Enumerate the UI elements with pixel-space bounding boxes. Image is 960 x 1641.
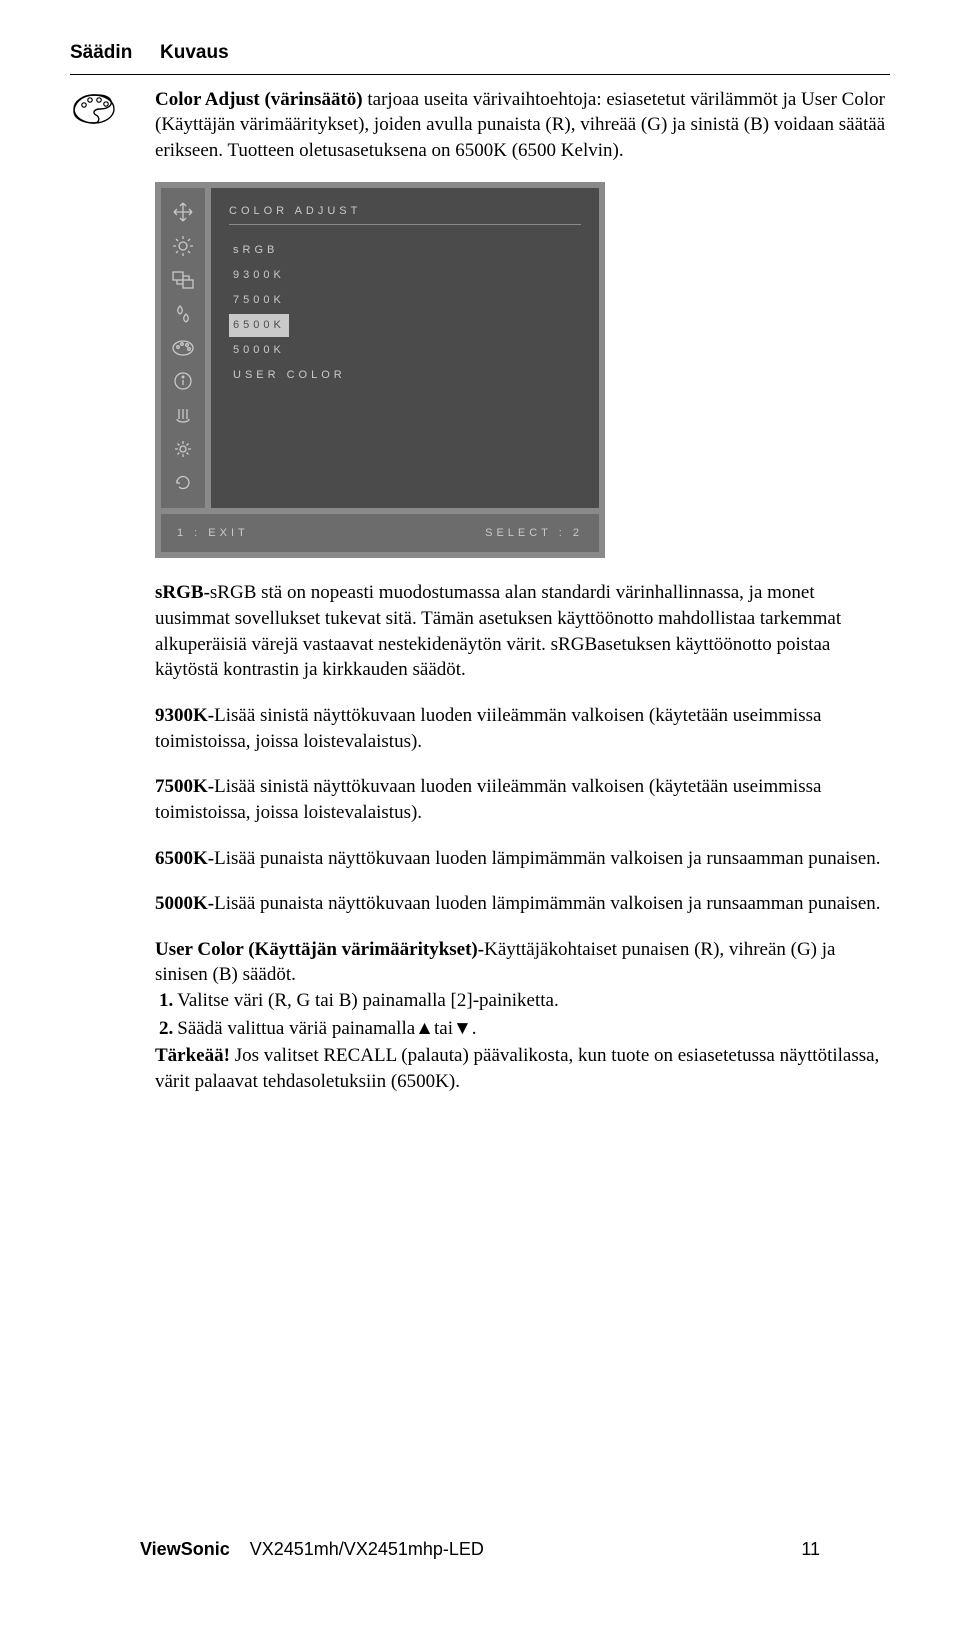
important-note: Tärkeää! Jos valitset RECALL (palauta) p… [155,1043,890,1094]
osd-tune-icon [170,301,196,327]
osd-exit-label: 1 : EXIT [177,526,249,541]
k5000-paragraph: 5000K-Lisää punaista näyttökuvaan luoden… [155,891,890,917]
osd-info-icon [170,368,196,394]
k6500-paragraph: 6500K-Lisää punaista näyttökuvaan luoden… [155,846,890,872]
step-2: 2.Säädä valittua väriä painamalla tai. [159,1016,890,1042]
osd-bottom-bar: 1 : EXIT SELECT : 2 [161,514,599,553]
osd-panel: COLOR ADJUST sRGB 9300K 7500K 6500K 5000… [155,182,605,559]
osd-title: COLOR ADJUST [229,204,581,226]
usercolor-bold: User Color (Käyttäjän värimääritykset)- [155,939,484,960]
osd-brightness-icon [170,233,196,259]
osd-color-icon [170,335,196,361]
footer-brand: ViewSonic [140,1539,230,1559]
content-column: Color Adjust (värinsäätö) tarjoaa useita… [155,87,890,1115]
k6500-rest: Lisää punaista näyttökuvaan luoden lämpi… [214,848,880,869]
step-1-num: 1. [159,990,173,1011]
important-text: Jos valitset RECALL (palauta) päävalikos… [155,1045,879,1092]
k5000-bold: 5000K- [155,893,214,914]
header-left: Säädin [70,40,130,66]
osd-main: COLOR ADJUST sRGB 9300K 7500K 6500K 5000… [211,188,599,508]
k5000-rest: Lisää punaista näyttökuvaan luoden lämpi… [214,893,880,914]
k7500-paragraph: 7500K-Lisää sinistä näyttökuvaan luoden … [155,774,890,825]
osd-input-icon [170,267,196,293]
page-footer: ViewSonic VX2451mh/VX2451mhp-LED 11 [140,1537,820,1561]
osd-list: sRGB 9300K 7500K 6500K 5000K USER COLOR [229,239,581,386]
usercolor-paragraph: User Color (Käyttäjän värimääritykset)-K… [155,937,890,1095]
srgb-bold: sRGB- [155,582,210,603]
control-icon-col [70,87,130,1115]
srgb-rest: sRGB stä on nopeasti muodostumassa alan … [155,582,841,680]
header-right: Kuvaus [160,40,229,66]
osd-item-5000k[interactable]: 5000K [229,339,289,362]
footer-left: ViewSonic VX2451mh/VX2451mhp-LED [140,1537,484,1561]
k6500-bold: 6500K- [155,848,214,869]
osd-item-srgb[interactable]: sRGB [229,239,282,262]
k9300-rest: Lisää sinistä näyttökuvaan luoden viileä… [155,705,821,752]
important-label: Tärkeää! [155,1045,230,1066]
intro-paragraph: Color Adjust (värinsäätö) tarjoaa useita… [155,87,890,164]
step-1-text: Valitse väri (R, G tai B) painamalla [2]… [177,990,558,1011]
intro-bold: Color Adjust (värinsäätö) [155,89,363,110]
osd-item-9300k[interactable]: 9300K [229,264,289,287]
osd-sidebar [161,188,205,508]
step-2-num: 2. [159,1018,173,1039]
step-2-text-c: . [472,1018,477,1039]
palette-icon [70,91,130,135]
k9300-paragraph: 9300K-Lisää sinistä näyttökuvaan luoden … [155,703,890,754]
triangle-down-icon [453,1018,472,1039]
step-2-text-b: tai [434,1018,453,1039]
footer-page: 11 [801,1537,820,1561]
osd-setup-icon [170,436,196,462]
osd-item-7500k[interactable]: 7500K [229,289,289,312]
footer-model: VX2451mh/VX2451mhp-LED [250,1539,484,1559]
osd-select-label: SELECT : 2 [485,526,583,541]
step-2-text-a: Säädä valittua väriä painamalla [177,1018,415,1039]
k7500-bold: 7500K- [155,776,214,797]
step-1: 1.Valitse väri (R, G tai B) painamalla [… [159,988,890,1014]
k9300-bold: 9300K- [155,705,214,726]
osd-item-usercolor[interactable]: USER COLOR [229,364,350,387]
osd-manual-icon [170,402,196,428]
osd-recall-icon [170,470,196,496]
osd-item-6500k[interactable]: 6500K [229,314,289,337]
k7500-rest: Lisää sinistä näyttökuvaan luoden viileä… [155,776,821,823]
triangle-up-icon [415,1018,434,1039]
srgb-paragraph: sRGB-sRGB stä on nopeasti muodostumassa … [155,580,890,683]
table-header: Säädin Kuvaus [70,40,890,75]
osd-move-icon [170,200,196,226]
